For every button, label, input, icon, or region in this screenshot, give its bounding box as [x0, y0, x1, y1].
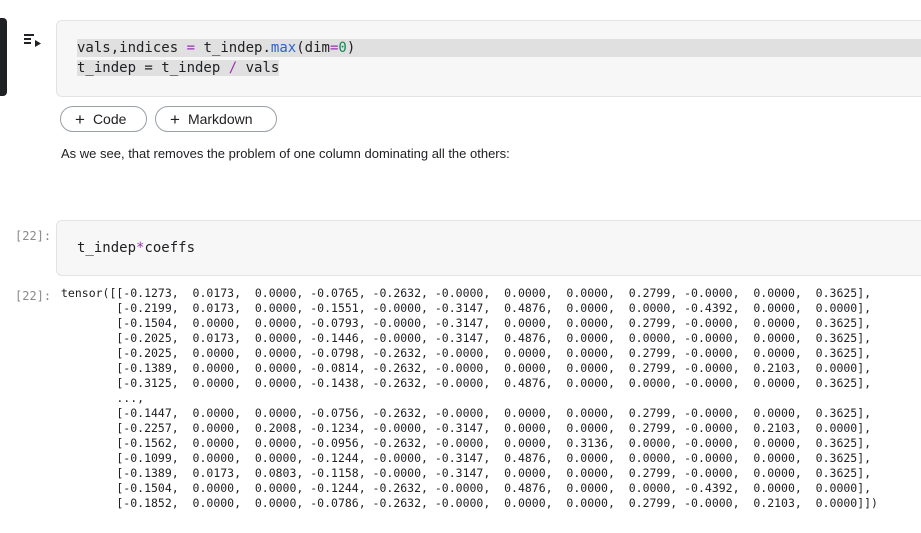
plus-icon: +	[170, 109, 180, 129]
plus-icon: +	[75, 109, 85, 129]
cell-output: tensor([[-0.1273, 0.0173, 0.0000, -0.076…	[61, 286, 878, 510]
add-markdown-cell-button[interactable]: + Markdown	[155, 106, 277, 132]
add-code-label: Code	[92, 111, 127, 127]
code-cell-editor[interactable]: t_indep*coeffs	[56, 220, 921, 276]
add-code-cell-button[interactable]: + Code	[60, 106, 147, 132]
code-line: vals,indices = t_indep.max(dim=0)	[77, 39, 921, 57]
code-line: t_indep = t_indep / vals	[77, 60, 280, 76]
code-cell-editor[interactable]: vals,indices = t_indep.max(dim=0) t_inde…	[56, 20, 921, 97]
markdown-cell-text: As we see, that removes the problem of o…	[61, 146, 510, 161]
run-cell-icon[interactable]	[22, 30, 44, 50]
add-markdown-label: Markdown	[187, 111, 253, 127]
active-cell-indicator	[0, 18, 7, 96]
output-prompt: [22]:	[15, 289, 52, 303]
code-line: t_indep*coeffs	[77, 240, 196, 256]
input-prompt: [22]:	[15, 229, 52, 243]
